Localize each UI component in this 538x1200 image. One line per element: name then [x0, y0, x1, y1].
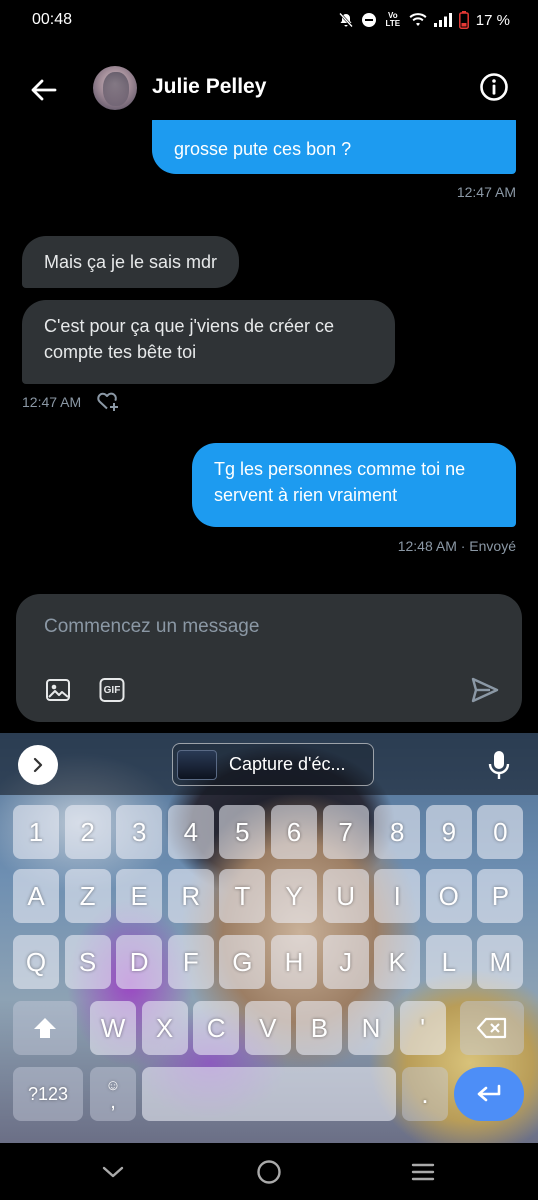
status-icons: Vo LTE 17 % [338, 11, 510, 29]
number-key-3[interactable]: 3 [116, 805, 163, 859]
wifi-icon [409, 13, 427, 27]
hide-keyboard-icon[interactable] [96, 1155, 130, 1189]
number-key-2[interactable]: 2 [64, 805, 111, 859]
message-list: grosse pute ces bon ? 12:47 AM Mais ça j… [0, 120, 538, 590]
letter-key-m[interactable]: M [477, 935, 524, 989]
image-icon[interactable] [44, 676, 72, 704]
volte-icon: Vo LTE [385, 11, 401, 28]
clipped-line [174, 120, 494, 136]
message-bubble-received[interactable]: C'est pour ça que j'viens de créer ce co… [22, 300, 395, 384]
battery-percent: 17 % [475, 11, 510, 29]
status-time: 00:48 [32, 11, 73, 28]
battery-low-icon [458, 11, 469, 29]
number-key-9[interactable]: 9 [425, 805, 472, 859]
number-key-5[interactable]: 5 [219, 805, 266, 859]
message-status: 12:48 AM · Envoyé [397, 538, 516, 554]
spacebar[interactable] [142, 1067, 396, 1121]
emoji-comma-key[interactable]: ☺ , [90, 1067, 136, 1121]
number-key-7[interactable]: 7 [322, 805, 369, 859]
message-bubble-sent[interactable]: grosse pute ces bon ? [152, 120, 516, 174]
message-text-line: C'est pour ça que j'viens de créer ce [44, 316, 335, 336]
message-text-line: compte tes bête toi [44, 342, 197, 362]
letter-key-x[interactable]: X [141, 1001, 188, 1055]
screenshot-thumbnail [177, 749, 217, 780]
letter-key-q[interactable]: Q [13, 935, 59, 989]
message-text: grosse pute ces bon ? [174, 139, 352, 159]
letter-key-r[interactable]: R [167, 869, 214, 923]
contact-name[interactable]: Julie Pelley [152, 75, 266, 99]
message-input[interactable] [44, 614, 444, 640]
message-composer: GIF [16, 594, 522, 722]
message-timestamp: 12:47 AM [456, 184, 516, 200]
number-key-1[interactable]: 1 [13, 805, 59, 859]
letter-key-e[interactable]: E [116, 869, 163, 923]
letter-key-p[interactable]: P [477, 869, 524, 923]
clipboard-suggestion-label: Capture d'éc... [229, 754, 346, 774]
message-text: Mais ça je le sais mdr [44, 252, 218, 272]
number-key-0[interactable]: 0 [477, 805, 524, 859]
letter-key-'[interactable]: ' [399, 1001, 446, 1055]
letter-key-y[interactable]: Y [271, 869, 317, 923]
message-bubble-sent[interactable]: Tg les personnes comme toi ne servent à … [192, 443, 516, 527]
avatar[interactable] [93, 66, 137, 110]
number-key-6[interactable]: 6 [271, 805, 317, 859]
recent-apps-icon[interactable] [406, 1155, 440, 1189]
letter-key-u[interactable]: U [322, 869, 369, 923]
message-bubble-received[interactable]: Mais ça je le sais mdr [22, 236, 240, 288]
status-bar: 00:48 Vo LTE 17 % [0, 0, 538, 40]
period-key[interactable]: . [402, 1067, 448, 1121]
expand-toolbar-icon[interactable] [18, 745, 58, 785]
letter-key-o[interactable]: O [425, 869, 472, 923]
letter-key-t[interactable]: T [219, 869, 266, 923]
send-icon[interactable] [471, 676, 499, 704]
system-nav-bar [0, 1143, 538, 1200]
letter-key-z[interactable]: Z [64, 869, 111, 923]
keyboard: Capture d'éc... 1234567890 AZERTYUIOP QSDF… [0, 733, 538, 1143]
letter-key-h[interactable]: H [271, 935, 317, 989]
letter-key-d[interactable]: D [116, 935, 163, 989]
gif-label: GIF [103, 684, 121, 696]
react-heart-icon[interactable] [96, 390, 120, 412]
letter-key-c[interactable]: C [193, 1001, 240, 1055]
letter-key-a[interactable]: A [13, 869, 59, 923]
shift-key[interactable] [13, 1001, 77, 1055]
number-key-4[interactable]: 4 [167, 805, 214, 859]
back-arrow-icon[interactable] [28, 74, 60, 106]
letter-key-f[interactable]: F [167, 935, 214, 989]
signal-icon [433, 13, 452, 27]
letter-key-s[interactable]: S [64, 935, 111, 989]
letter-key-n[interactable]: N [348, 1001, 394, 1055]
backspace-key[interactable] [460, 1001, 524, 1055]
letter-key-i[interactable]: I [374, 869, 421, 923]
comma-label: , [110, 1091, 116, 1113]
letter-key-l[interactable]: L [425, 935, 472, 989]
letter-key-v[interactable]: V [244, 1001, 291, 1055]
message-timestamp: 12:47 AM [22, 394, 82, 410]
letter-key-k[interactable]: K [374, 935, 421, 989]
symbols-key[interactable]: ?123 [13, 1067, 83, 1121]
letter-key-b[interactable]: B [296, 1001, 343, 1055]
clipboard-suggestion[interactable]: Capture d'éc... [172, 743, 374, 786]
letter-key-g[interactable]: G [219, 935, 266, 989]
number-key-8[interactable]: 8 [374, 805, 421, 859]
gif-icon[interactable]: GIF [98, 676, 126, 704]
keyboard-toolbar: Capture d'éc... [0, 733, 538, 795]
message-text-line: Tg les personnes comme toi ne [214, 459, 466, 479]
conversation-header: Julie Pelley [0, 58, 538, 120]
message-text-line: servent à rien vraiment [214, 485, 398, 505]
home-icon[interactable] [252, 1155, 286, 1189]
microphone-icon[interactable] [485, 749, 513, 781]
info-icon[interactable] [478, 71, 510, 103]
bell-muted-icon [338, 12, 354, 28]
letter-key-w[interactable]: W [90, 1001, 136, 1055]
do-not-disturb-icon [361, 12, 377, 28]
letter-key-j[interactable]: J [322, 935, 369, 989]
enter-key[interactable] [454, 1067, 524, 1121]
